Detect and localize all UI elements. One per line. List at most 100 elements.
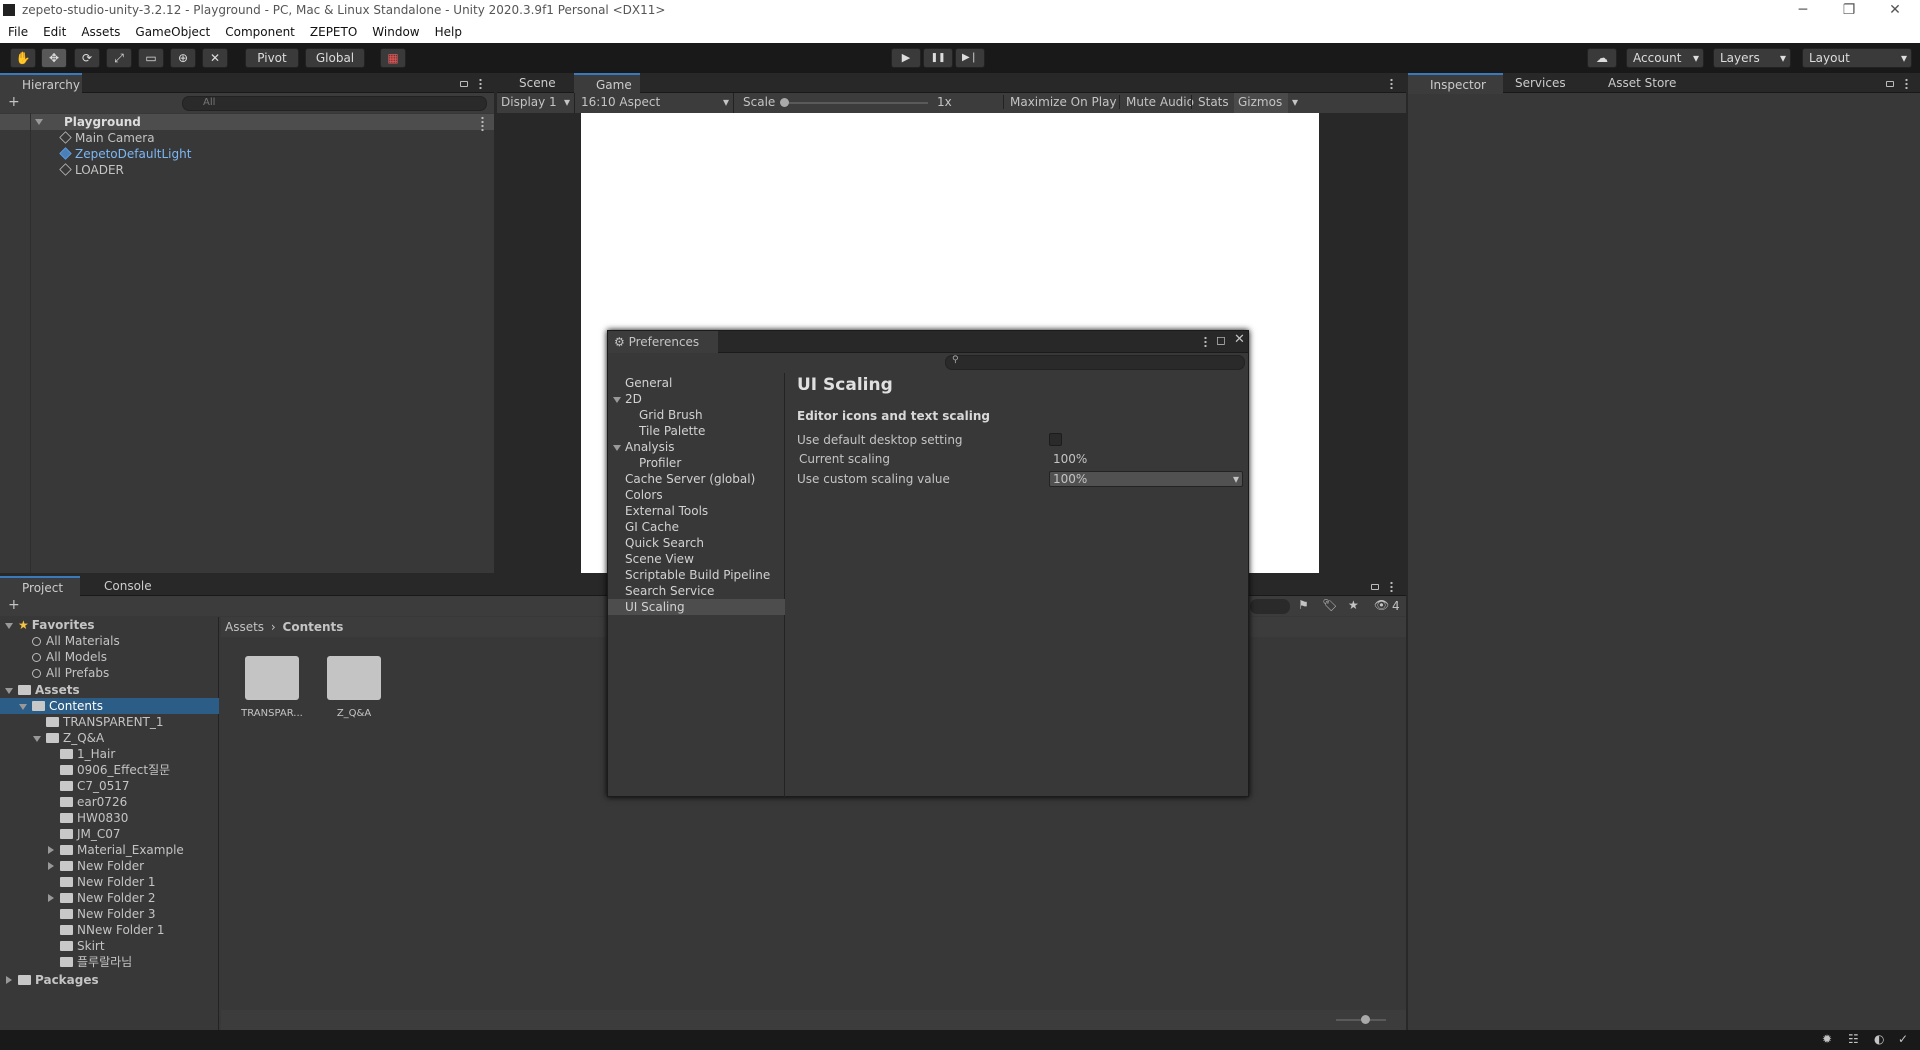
cloud-icon[interactable]: ☁ bbox=[1587, 48, 1617, 68]
favorite-all-prefabs[interactable]: All Prefabs bbox=[32, 665, 109, 681]
progress-icon[interactable]: ◐ bbox=[1874, 1032, 1884, 1046]
layers-dropdown[interactable]: Layers ▾ bbox=[1713, 48, 1791, 68]
scene-menu-icon[interactable] bbox=[481, 116, 484, 132]
category-item[interactable]: Colors bbox=[625, 487, 663, 503]
folder-item[interactable]: 0906_Effect질문 bbox=[60, 762, 170, 778]
folder-item[interactable]: Material_Example bbox=[60, 842, 184, 858]
expand-icon[interactable] bbox=[48, 894, 54, 902]
breadcrumb-assets[interactable]: Assets bbox=[225, 620, 264, 634]
category-item[interactable]: General bbox=[625, 375, 672, 391]
tab-console[interactable]: Console bbox=[82, 576, 162, 597]
scale-tool-icon[interactable]: ⤢ bbox=[106, 48, 132, 68]
favorites-star-icon[interactable]: ★ bbox=[1348, 598, 1359, 612]
packages-expand-icon[interactable] bbox=[6, 976, 12, 984]
menu-file[interactable]: File bbox=[0, 22, 35, 39]
custom-scaling-dropdown[interactable]: 100% ▾ bbox=[1049, 471, 1243, 487]
category-item[interactable]: Search Service bbox=[625, 583, 714, 599]
transform-tool-icon[interactable]: ⊕ bbox=[170, 48, 196, 68]
category-fold-icon[interactable] bbox=[613, 397, 621, 403]
favorite-all-models[interactable]: All Models bbox=[32, 649, 107, 665]
assets-fold-icon[interactable] bbox=[5, 688, 13, 694]
search-by-label-icon[interactable]: 🏷 bbox=[1322, 598, 1337, 612]
aspect-dropdown[interactable]: 16:10 Aspect ▾ bbox=[577, 93, 734, 113]
folder-item[interactable]: NNew Folder 1 bbox=[60, 922, 165, 938]
category-item[interactable]: Grid Brush bbox=[639, 407, 703, 423]
display-dropdown[interactable]: Display 1 ▾ bbox=[497, 93, 575, 113]
category-fold-icon[interactable] bbox=[613, 445, 621, 451]
category-item[interactable]: Scene View bbox=[625, 551, 694, 567]
tab-project[interactable]: Project bbox=[0, 576, 80, 597]
hierarchy-item-main-camera[interactable]: Main Camera bbox=[59, 130, 155, 146]
menu-edit[interactable]: Edit bbox=[35, 22, 73, 39]
asset-tile-transparent[interactable]: TRANSPAR... bbox=[240, 656, 304, 719]
gizmos-dropdown-icon[interactable]: ▾ bbox=[1292, 95, 1298, 109]
scale-slider-track[interactable] bbox=[783, 102, 928, 104]
folder-item[interactable]: New Folder 2 bbox=[60, 890, 156, 906]
menu-help[interactable]: Help bbox=[427, 22, 469, 39]
hand-tool-icon[interactable]: ✋ bbox=[10, 48, 36, 68]
pivot-toggle[interactable]: Pivot bbox=[245, 48, 299, 68]
lock-icon[interactable] bbox=[1371, 584, 1379, 590]
favorites-fold-icon[interactable] bbox=[5, 623, 13, 629]
tab-scene[interactable]: Scene bbox=[497, 73, 572, 94]
folder-item[interactable]: 1_Hair bbox=[60, 746, 115, 762]
hierarchy-item-zepeto-light[interactable]: ZepetoDefaultLight bbox=[59, 146, 191, 162]
restore-button[interactable]: ❐ bbox=[1826, 0, 1872, 22]
assets-root[interactable]: Assets bbox=[18, 682, 80, 698]
more-options-icon[interactable] bbox=[1905, 78, 1908, 89]
pause-button[interactable]: ❚❚ bbox=[923, 48, 953, 68]
create-asset-button[interactable]: + bbox=[8, 597, 20, 613]
zoom-slider-thumb[interactable] bbox=[1361, 1015, 1370, 1024]
expand-icon[interactable] bbox=[48, 862, 54, 870]
more-options-icon[interactable] bbox=[1390, 78, 1393, 89]
more-options-icon[interactable] bbox=[1204, 336, 1207, 347]
gizmos-toggle[interactable]: Gizmos bbox=[1234, 93, 1288, 113]
lock-icon[interactable] bbox=[460, 81, 468, 87]
asset-tile-z-qa[interactable]: Z_Q&A bbox=[322, 656, 386, 719]
stats-toggle[interactable]: Stats bbox=[1191, 95, 1229, 109]
grid-snap-icon[interactable]: ▦ bbox=[380, 48, 406, 68]
maximize-icon[interactable]: ◻ bbox=[1216, 333, 1226, 347]
preferences-tab[interactable]: ⚙ Preferences bbox=[608, 331, 718, 353]
close-icon[interactable]: ✕ bbox=[1234, 332, 1245, 347]
category-item[interactable]: Cache Server (global) bbox=[625, 471, 755, 487]
minimize-button[interactable]: ─ bbox=[1780, 0, 1826, 22]
folder-contents[interactable]: Contents bbox=[32, 698, 103, 714]
scene-fold-icon[interactable] bbox=[35, 119, 43, 125]
packages-root[interactable]: Packages bbox=[18, 972, 99, 988]
hierarchy-item-loader[interactable]: LOADER bbox=[59, 162, 124, 178]
contents-fold-icon[interactable] bbox=[19, 704, 27, 710]
folder-item[interactable]: HW0830 bbox=[60, 810, 128, 826]
folder-item[interactable]: ear0726 bbox=[60, 794, 127, 810]
hierarchy-search-input[interactable]: All bbox=[182, 96, 487, 111]
folder-z-qa[interactable]: Z_Q&A bbox=[46, 730, 104, 746]
category-item[interactable]: GI Cache bbox=[625, 519, 679, 535]
folder-item[interactable]: C7_0517 bbox=[60, 778, 130, 794]
folder-item[interactable]: JM_C07 bbox=[60, 826, 121, 842]
folder-item[interactable]: New Folder bbox=[60, 858, 144, 874]
close-window-button[interactable]: ✕ bbox=[1872, 0, 1918, 22]
breadcrumb-contents[interactable]: Contents bbox=[283, 620, 344, 634]
category-item[interactable]: Quick Search bbox=[625, 535, 704, 551]
category-item[interactable]: Analysis bbox=[625, 439, 674, 455]
category-item[interactable]: 2D bbox=[625, 391, 642, 407]
category-item[interactable]: External Tools bbox=[625, 503, 708, 519]
more-options-icon[interactable] bbox=[479, 78, 482, 89]
favorites-header[interactable]: ★ Favorites bbox=[18, 617, 94, 633]
preferences-search-input[interactable]: ⚲ bbox=[945, 355, 1245, 370]
tab-inspector[interactable]: Inspector bbox=[1408, 73, 1503, 94]
global-toggle[interactable]: Global bbox=[305, 48, 365, 68]
folder-transparent[interactable]: TRANSPARENT_1 bbox=[46, 714, 164, 730]
rect-tool-icon[interactable]: ▭ bbox=[138, 48, 164, 68]
category-item[interactable]: Profiler bbox=[639, 455, 681, 471]
mute-audio-toggle[interactable]: Mute Audio bbox=[1119, 95, 1194, 109]
use-default-checkbox[interactable] bbox=[1049, 433, 1062, 446]
folder-item[interactable]: New Folder 3 bbox=[60, 906, 156, 922]
tab-game[interactable]: Game bbox=[574, 73, 640, 94]
more-options-icon[interactable] bbox=[1390, 581, 1393, 592]
favorite-all-materials[interactable]: All Materials bbox=[32, 633, 120, 649]
custom-tool-icon[interactable]: ✕ bbox=[202, 48, 228, 68]
maximize-on-play-toggle[interactable]: Maximize On Play bbox=[1003, 95, 1117, 109]
account-dropdown[interactable]: Account ▾ bbox=[1626, 48, 1704, 68]
lock-icon[interactable] bbox=[1886, 81, 1894, 87]
